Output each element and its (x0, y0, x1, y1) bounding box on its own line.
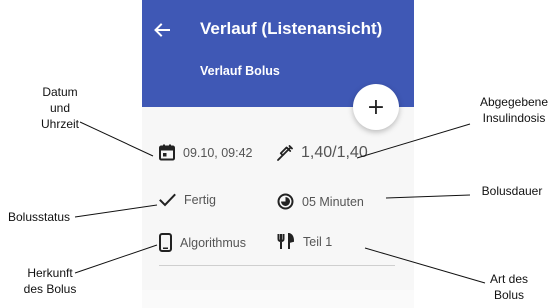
plus-icon: + (366, 94, 386, 120)
annotation-status: Bolusstatus (7, 210, 71, 224)
checkmark-icon (159, 193, 176, 207)
annotation-duration: Bolusdauer (481, 184, 543, 198)
syringe-icon (277, 145, 293, 161)
back-button[interactable] (152, 20, 172, 40)
fork-knife-icon (277, 233, 295, 250)
smartphone-icon (159, 233, 172, 252)
origin-value: Algorithmus (180, 235, 246, 250)
origin-field: Algorithmus (159, 233, 246, 252)
type-value: Teil 1 (303, 234, 333, 249)
status-field: Fertig (159, 193, 216, 207)
dose-field: 1,40/1,40 (277, 144, 368, 162)
section-subtitle: Verlauf Bolus (200, 64, 280, 78)
annotation-type: Art des Bolus (489, 272, 528, 302)
timer-icon (277, 193, 294, 210)
phone-screen: Verlauf (Listenansicht) Verlauf Bolus + … (142, 0, 414, 308)
duration-value: 05 Minuten (302, 194, 364, 209)
calendar-icon (159, 144, 175, 161)
annotation-dose: Abgegebene Insulindosis (479, 95, 549, 125)
annotation-origin: Herkunft des Bolus (23, 266, 77, 296)
status-value: Fertig (184, 193, 216, 207)
divider (159, 265, 395, 266)
datetime-field: 09.10, 09:42 (159, 144, 253, 161)
duration-field: 05 Minuten (277, 193, 364, 210)
annotation-datetime: Datum und Uhrzeit (40, 85, 79, 131)
dose-value: 1,40/1,40 (301, 144, 368, 161)
add-button[interactable]: + (353, 84, 399, 130)
type-field: Teil 1 (277, 233, 332, 250)
page-title: Verlauf (Listenansicht) (200, 19, 383, 38)
next-entry-strip (142, 290, 414, 308)
arrow-left-icon (154, 23, 170, 37)
datetime-value: 09.10, 09:42 (183, 145, 253, 160)
